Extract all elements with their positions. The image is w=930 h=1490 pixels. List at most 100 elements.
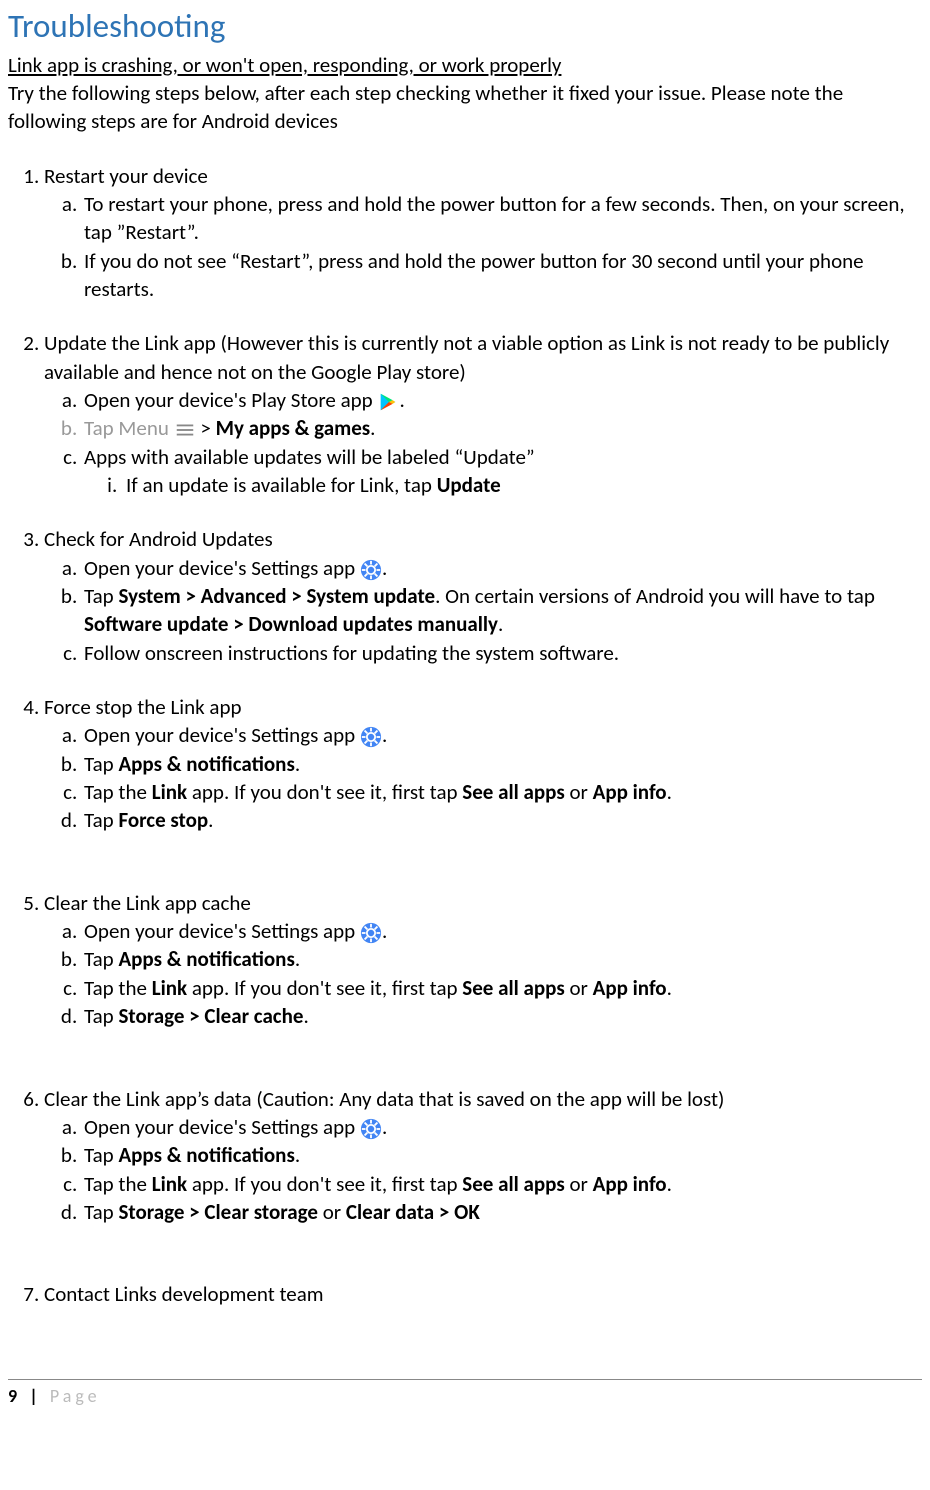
text: .	[382, 1114, 387, 1140]
step-5a: Open your device's Settings app .	[82, 917, 922, 945]
text: Tap	[84, 807, 118, 833]
step-7: Contact Links development team	[44, 1280, 922, 1308]
text: or	[318, 1199, 346, 1225]
step-6b: Tap Apps & notifications.	[82, 1141, 922, 1169]
step-6c: Tap the Link app. If you don't see it, f…	[82, 1170, 922, 1198]
text: Tap	[84, 751, 118, 777]
text: or	[565, 779, 593, 805]
text: .	[303, 1003, 308, 1029]
text: app. If you don't see it, first tap	[187, 1171, 462, 1197]
bold-text: Link	[152, 1171, 187, 1197]
text: app. If you don't see it, first tap	[187, 779, 462, 805]
text: .	[208, 807, 213, 833]
bold-text: Apps & notifications	[118, 751, 294, 777]
text: Tap the	[84, 779, 152, 805]
bold-text: System > Advanced > System update	[118, 583, 435, 609]
step-5b: Tap Apps & notifications.	[82, 945, 922, 973]
step-3b: Tap System > Advanced > System update. O…	[82, 582, 922, 639]
bold-text: Update	[437, 472, 501, 498]
step-6d: Tap Storage > Clear storage or Clear dat…	[82, 1198, 922, 1226]
text: Open your device's Settings app	[84, 918, 360, 944]
step-5-title: Clear the Link app cache	[44, 890, 251, 916]
text: .	[667, 1171, 672, 1197]
step-2c-i: If an update is available for Link, tap …	[122, 471, 922, 499]
text: .	[382, 722, 387, 748]
text: .	[370, 415, 375, 441]
text: .	[382, 918, 387, 944]
bold-text: Link	[152, 975, 187, 1001]
intro-text: Try the following steps below, after eac…	[8, 79, 922, 136]
settings-gear-icon	[360, 1118, 382, 1140]
page-footer: 9 | Page	[8, 1384, 922, 1408]
step-3a: Open your device's Settings app .	[82, 554, 922, 582]
step-2c: Apps with available updates will be labe…	[82, 443, 922, 500]
step-5: Clear the Link app cache Open your devic…	[44, 889, 922, 1031]
step-4b: Tap Apps & notifications.	[82, 750, 922, 778]
text: Tap	[84, 1142, 118, 1168]
text: Tap Menu	[84, 415, 174, 441]
step-1-title: Restart your device	[44, 163, 208, 189]
text: .	[295, 751, 300, 777]
text: . On certain versions of Android you wil…	[435, 583, 875, 609]
step-4a: Open your device's Settings app .	[82, 721, 922, 749]
page-word: Page	[50, 1385, 101, 1407]
footer-divider	[8, 1379, 922, 1380]
text: or	[565, 975, 593, 1001]
bold-text: See all apps	[462, 779, 564, 805]
step-3: Check for Android Updates Open your devi…	[44, 525, 922, 667]
bold-text: Storage > Clear storage	[118, 1199, 318, 1225]
step-5c: Tap the Link app. If you don't see it, f…	[82, 974, 922, 1002]
text: .	[667, 779, 672, 805]
text: Open your device's Settings app	[84, 722, 360, 748]
text: Tap the	[84, 975, 152, 1001]
text: .	[295, 946, 300, 972]
text: >	[196, 415, 216, 441]
text: .	[667, 975, 672, 1001]
text: Tap	[84, 946, 118, 972]
step-1a: To restart your phone, press and hold th…	[82, 190, 922, 247]
step-2: Update the Link app (However this is cur…	[44, 329, 922, 499]
bold-text: Apps & notifications	[118, 946, 294, 972]
hamburger-menu-icon	[174, 419, 196, 441]
step-4d: Tap Force stop.	[82, 806, 922, 834]
text: or	[565, 1171, 593, 1197]
text: Open your device's Play Store app	[84, 387, 377, 413]
step-7-title: Contact Links development team	[44, 1281, 324, 1307]
text: .	[382, 555, 387, 581]
settings-gear-icon	[360, 726, 382, 748]
bold-text: Link	[152, 779, 187, 805]
bold-text: See all apps	[462, 1171, 564, 1197]
step-2-title: Update the Link app (However this is cur…	[44, 330, 889, 384]
play-store-icon	[377, 391, 399, 413]
section-subtitle: Link app is crashing, or won't open, res…	[8, 51, 922, 79]
bold-text: App info	[593, 779, 667, 805]
step-1: Restart your device To restart your phon…	[44, 162, 922, 304]
step-4-title: Force stop the Link app	[44, 694, 242, 720]
step-3c: Follow onscreen instructions for updatin…	[82, 639, 922, 667]
page-title: Troubleshooting	[8, 4, 922, 49]
text: .	[498, 611, 503, 637]
step-2b: Tap Menu > My apps & games.	[82, 414, 922, 442]
step-5d: Tap Storage > Clear cache.	[82, 1002, 922, 1030]
text: Open your device's Settings app	[84, 1114, 360, 1140]
footer-pipe: |	[21, 1385, 50, 1407]
text: app. If you don't see it, first tap	[187, 975, 462, 1001]
bold-text: Software update > Download updates manua…	[84, 611, 498, 637]
bold-text: See all apps	[462, 975, 564, 1001]
bold-text: Apps & notifications	[118, 1142, 294, 1168]
bold-text: App info	[593, 1171, 667, 1197]
text: Tap	[84, 1003, 118, 1029]
bold-text: Storage > Clear cache	[118, 1003, 303, 1029]
text: .	[399, 387, 404, 413]
settings-gear-icon	[360, 922, 382, 944]
step-1b: If you do not see “Restart”, press and h…	[82, 247, 922, 304]
step-4: Force stop the Link app Open your device…	[44, 693, 922, 835]
text: Tap the	[84, 1171, 152, 1197]
bold-text: Clear data > OK	[346, 1199, 480, 1225]
bold-text: App info	[593, 975, 667, 1001]
page-number: 9	[8, 1385, 21, 1407]
text: Open your device's Settings app	[84, 555, 360, 581]
text: If an update is available for Link, tap	[126, 472, 437, 498]
step-6a: Open your device's Settings app .	[82, 1113, 922, 1141]
text: Tap	[84, 1199, 118, 1225]
